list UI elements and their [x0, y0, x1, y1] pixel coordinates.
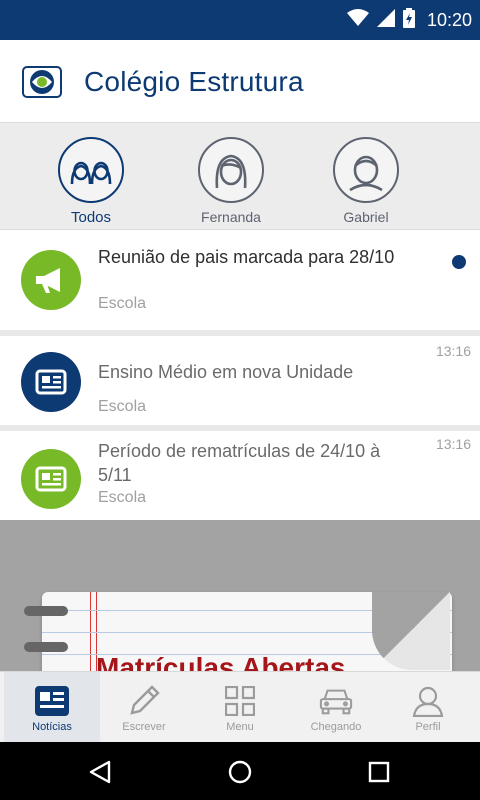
news-source: Escola	[98, 398, 147, 415]
tab-perfil[interactable]: Perfil	[380, 672, 476, 743]
tab-noticias[interactable]: Notícias	[4, 672, 100, 743]
profile-fernanda[interactable]: Fernanda	[181, 137, 281, 225]
news-source: Escola	[98, 295, 147, 312]
status-icons: 10:20	[346, 0, 472, 40]
boy-avatar-icon	[333, 137, 399, 203]
news-feed[interactable]: Reunião de pais marcada para 28/10 Escol…	[0, 231, 480, 671]
newspaper-icon	[21, 449, 81, 509]
app-header: Colégio Estrutura	[0, 40, 480, 122]
school-logo-icon	[22, 66, 62, 98]
tab-label: Perfil	[415, 721, 441, 733]
profile-label: Fernanda	[201, 209, 261, 225]
news-item[interactable]: Reunião de pais marcada para 28/10 Escol…	[0, 231, 480, 330]
unread-indicator	[452, 255, 466, 269]
grid-icon	[223, 684, 257, 718]
bottom-navigation: Notícias Escrever Menu Chegando Perfil	[0, 671, 480, 743]
home-icon[interactable]	[220, 752, 260, 792]
page-curl	[372, 592, 450, 670]
news-icon	[35, 684, 69, 718]
megaphone-icon	[21, 250, 81, 310]
spiral-ring	[24, 642, 68, 652]
profile-gabriel[interactable]: Gabriel	[316, 137, 416, 225]
news-title: Período de rematrículas de 24/10 à 5/11	[98, 441, 381, 485]
news-title: Reunião de pais marcada para 28/10	[98, 247, 395, 267]
back-icon[interactable]	[80, 752, 120, 792]
tab-label: Menu	[226, 721, 254, 733]
girl-avatar-icon	[198, 137, 264, 203]
news-time: 13:16	[435, 343, 471, 359]
promo-banner[interactable]: Matrículas Abertas	[0, 520, 480, 671]
tab-escrever[interactable]: Escrever	[96, 672, 192, 743]
spiral-ring	[24, 606, 68, 616]
newspaper-icon	[21, 352, 81, 412]
group-avatar-icon	[58, 137, 124, 203]
app-title: Colégio Estrutura	[84, 66, 304, 97]
news-item[interactable]: Ensino Médio em nova Unidade Escola 13:1…	[0, 336, 480, 425]
tab-label: Notícias	[32, 721, 72, 733]
person-icon	[411, 684, 445, 718]
profile-label: Gabriel	[343, 209, 389, 225]
status-bar: 10:20	[0, 0, 480, 40]
car-icon	[319, 684, 353, 718]
status-time: 10:20	[426, 9, 472, 30]
pencil-icon	[127, 684, 161, 718]
system-navigation-bar	[0, 742, 480, 800]
profile-label: Todos	[70, 209, 112, 226]
tab-label: Escrever	[122, 721, 166, 733]
banner-headline: Matrículas Abertas	[96, 652, 346, 671]
profile-selector: Todos Fernanda Gabriel	[0, 122, 480, 230]
tab-chegando[interactable]: Chegando	[288, 672, 384, 743]
news-item[interactable]: Período de rematrículas de 24/10 à 5/11 …	[0, 431, 480, 520]
battery-charging-icon	[402, 7, 415, 33]
news-time: 13:16	[435, 436, 471, 452]
news-title: Ensino Médio em nova Unidade	[98, 362, 354, 382]
signal-icon	[376, 8, 395, 32]
tab-label: Chegando	[310, 721, 362, 733]
wifi-icon	[346, 8, 369, 32]
news-source: Escola	[98, 489, 147, 506]
recents-icon[interactable]	[359, 752, 399, 792]
profile-todos[interactable]: Todos	[41, 137, 141, 226]
tab-menu[interactable]: Menu	[192, 672, 288, 743]
